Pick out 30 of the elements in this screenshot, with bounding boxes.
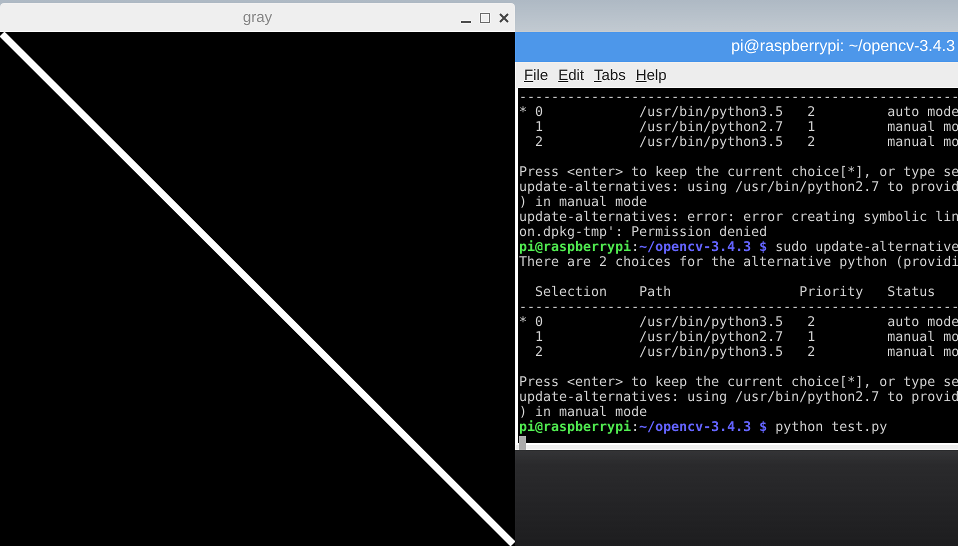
- terminal-text: :: [631, 240, 640, 255]
- terminal-text: update-alternatives: error: error creating symbolic lin: [519, 210, 958, 225]
- window-title: gray: [242, 8, 272, 28]
- terminal-text: Selection Path Priority Status: [534, 285, 936, 300]
- prompt-user: pi@raspberrypi: [519, 240, 632, 255]
- terminal-text: update-alternatives: using /usr/bin/python2.7 to provid: [519, 180, 958, 195]
- terminal-text: on.dpkg-tmp': Permission denied: [519, 225, 768, 240]
- terminal-text: 2 /usr/bin/python3.5 2 manual mo: [534, 135, 958, 150]
- menu-item[interactable]: Edit: [558, 66, 584, 84]
- terminal-text: ) in manual mode: [519, 195, 648, 210]
- terminal-text: ) in manual mode: [519, 405, 648, 420]
- terminal-title: pi@raspberrypi: ~/opencv-3.4.3: [731, 38, 955, 56]
- terminal-text: There are 2 choices for the alternative python (providi: [519, 255, 958, 270]
- terminal-text: update-alternatives: using /usr/bin/python2.7 to provid: [519, 390, 958, 405]
- prompt-user: pi@raspberrypi: [519, 420, 632, 435]
- prompt-path: ~/opencv-3.4.3 $: [639, 420, 768, 435]
- menu-item[interactable]: Tabs: [594, 66, 626, 84]
- terminal-text: -------------------------------------------------------: [519, 90, 958, 105]
- maximize-icon[interactable]: [480, 12, 490, 22]
- text-cursor: [519, 436, 526, 450]
- terminal-text: 2 /usr/bin/python3.5 2 manual mo: [534, 345, 958, 360]
- close-icon[interactable]: [499, 12, 509, 22]
- terminal-text: python test.py: [774, 420, 888, 435]
- terminal-text: :: [631, 420, 640, 435]
- menu-item[interactable]: Help: [636, 66, 667, 84]
- prompt-path: ~/opencv-3.4.3 $: [639, 240, 768, 255]
- terminal-text: -------------------------------------------------------: [519, 300, 958, 315]
- menu-item[interactable]: File: [524, 66, 548, 84]
- terminal-text: 1 /usr/bin/python2.7 1 manual mo: [534, 120, 958, 135]
- terminal-text: 1 /usr/bin/python2.7 1 manual mo: [534, 330, 958, 345]
